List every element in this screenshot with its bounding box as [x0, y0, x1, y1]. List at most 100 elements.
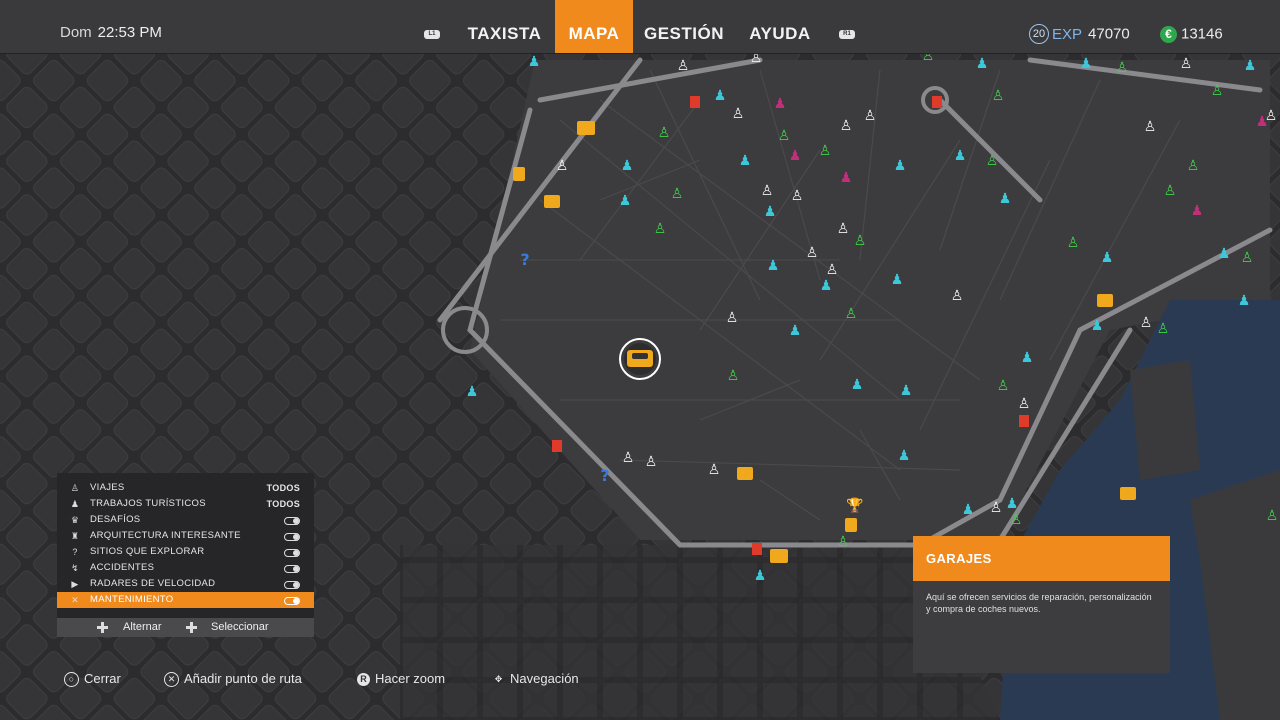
legend-item-viajes[interactable]: ♙ VIAJES TODOS [57, 480, 314, 496]
svg-text:♟: ♟ [754, 568, 767, 584]
svg-text:♙: ♙ [1180, 56, 1193, 72]
svg-text:♟: ♟ [1244, 58, 1257, 74]
left-stick-icon: ✥ [494, 674, 503, 685]
tab-gestion[interactable]: GESTIÓN [641, 0, 727, 53]
svg-text:♙: ♙ [819, 143, 832, 159]
svg-text:♙: ♙ [1140, 315, 1153, 331]
svg-text:♟: ♟ [840, 170, 853, 186]
svg-text:♙: ♙ [997, 378, 1010, 394]
svg-text:♟: ♟ [954, 148, 967, 164]
svg-text:♙: ♙ [791, 188, 804, 204]
control-zoom[interactable]: R Hacer zoom [357, 670, 445, 688]
svg-text:♙: ♙ [840, 118, 853, 134]
svg-text:♟: ♟ [466, 384, 479, 400]
svg-text:♙: ♙ [654, 221, 667, 237]
accident-icon: ↯ [71, 563, 79, 573]
svg-text:♙: ♙ [806, 245, 819, 261]
question-icon: ? [72, 547, 78, 557]
svg-text:♙: ♙ [1164, 183, 1177, 199]
legend-item-label: RADARES DE VELOCIDAD [90, 578, 216, 589]
svg-text:♟: ♟ [528, 54, 541, 70]
svg-text:♟: ♟ [764, 204, 777, 220]
svg-text:♙: ♙ [854, 233, 867, 249]
legend-item-radares[interactable]: ▶ RADARES DE VELOCIDAD [57, 576, 314, 592]
control-close[interactable]: ○ Cerrar [64, 670, 121, 688]
right-stick-icon: R [357, 673, 370, 687]
l1-bumper-icon[interactable]: L1 [424, 30, 440, 39]
control-label: Añadir punto de ruta [184, 671, 302, 686]
svg-text:♟: ♟ [976, 56, 989, 72]
svg-text:♙: ♙ [622, 450, 635, 466]
monument-icon: ♜ [70, 531, 80, 541]
legend-item-sitios[interactable]: ? SITIOS QUE EXPLORAR [57, 544, 314, 560]
svg-text:♟: ♟ [1080, 56, 1093, 72]
svg-text:♙: ♙ [826, 262, 839, 278]
money-display: €13146 [1160, 25, 1223, 43]
legend-item-arquitectura[interactable]: ♜ ARQUITECTURA INTERESANTE [57, 528, 314, 544]
svg-text:♟: ♟ [621, 158, 634, 174]
legend-item-label: VIAJES [90, 482, 125, 493]
exp-value: 47070 [1088, 25, 1130, 43]
experience-display: 20 EXP 47070 [1029, 24, 1130, 44]
svg-text:♙: ♙ [992, 88, 1005, 104]
svg-text:♙: ♙ [727, 368, 740, 384]
tab-taxista[interactable]: TAXISTA [462, 0, 547, 53]
legend-item-mantenimiento[interactable]: ✕ MANTENIMIENTO [57, 592, 314, 608]
legend-item-accidentes[interactable]: ↯ ACCIDENTES [57, 560, 314, 576]
svg-text:♟: ♟ [1191, 203, 1204, 219]
euro-coin-icon: € [1160, 25, 1177, 43]
svg-text:♟: ♟ [789, 323, 802, 339]
level-badge: 20 [1029, 24, 1049, 44]
toggle-switch[interactable] [284, 517, 300, 525]
svg-text:♟: ♟ [962, 502, 975, 518]
legend-item-label: SITIOS QUE EXPLORAR [90, 546, 205, 557]
speed-camera-icon: ▶ [71, 579, 79, 589]
toggle-switch[interactable] [284, 597, 300, 605]
tourist-icon: ♟ [70, 499, 80, 509]
svg-text:♟: ♟ [891, 272, 904, 288]
cross-button-icon: ✕ [164, 672, 179, 688]
svg-text:♟: ♟ [1091, 318, 1104, 334]
dpad-icon [97, 622, 108, 633]
passenger-icon: ♙ [70, 483, 80, 493]
control-navigation[interactable]: ✥ Navegación [492, 670, 579, 688]
toggle-switch[interactable] [284, 533, 300, 541]
svg-text:♟: ♟ [1006, 496, 1019, 512]
svg-text:♙: ♙ [658, 125, 671, 141]
toggle-switch[interactable] [284, 565, 300, 573]
svg-text:♙: ♙ [1241, 250, 1254, 266]
r1-bumper-icon[interactable]: R1 [839, 30, 855, 39]
svg-text:♙: ♙ [677, 58, 690, 74]
svg-text:♙: ♙ [837, 534, 850, 550]
exp-label: EXP [1052, 25, 1083, 43]
toggle-switch[interactable] [284, 581, 300, 589]
svg-text:♙: ♙ [1157, 321, 1170, 337]
svg-text:♟: ♟ [789, 148, 802, 164]
control-label: Navegación [510, 671, 579, 686]
info-panel-description: Aquí se ofrecen servicios de reparación,… [926, 592, 1152, 614]
svg-text:♟: ♟ [1101, 250, 1114, 266]
svg-text:♟: ♟ [619, 193, 632, 209]
player-taxi-marker [619, 338, 661, 380]
svg-text:♙: ♙ [671, 186, 684, 202]
legend-item-trabajos-turisticos[interactable]: ♟ TRABAJOS TURÍSTICOS TODOS [57, 496, 314, 512]
svg-text:?: ? [520, 250, 529, 269]
svg-text:♙: ♙ [726, 310, 739, 326]
svg-text:♙: ♙ [990, 500, 1003, 516]
tab-mapa[interactable]: MAPA [555, 0, 633, 53]
toggle-switch[interactable] [284, 549, 300, 557]
svg-text:♙: ♙ [837, 221, 850, 237]
svg-text:♟: ♟ [851, 377, 864, 393]
tab-ayuda[interactable]: AYUDA [742, 0, 818, 53]
svg-text:♟: ♟ [1238, 293, 1251, 309]
svg-text:♟: ♟ [1218, 246, 1231, 262]
legend-item-desafios[interactable]: ♛ DESAFÍOS [57, 512, 314, 528]
legend-item-label: MANTENIMIENTO [90, 594, 174, 605]
svg-text:♟: ♟ [900, 383, 913, 399]
control-add-waypoint[interactable]: ✕ Añadir punto de ruta [164, 670, 302, 688]
svg-text:♟: ♟ [820, 278, 833, 294]
svg-text:♙: ♙ [732, 106, 745, 122]
svg-text:♟: ♟ [898, 448, 911, 464]
control-label: Cerrar [84, 671, 121, 686]
svg-text:♙: ♙ [1144, 119, 1157, 135]
